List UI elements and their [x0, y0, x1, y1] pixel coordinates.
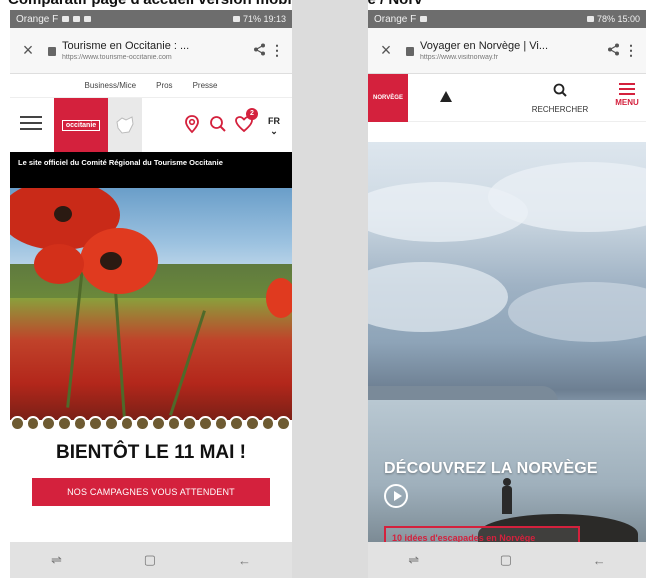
top-nav: Business/Mice Pros Presse	[10, 74, 292, 98]
comparison-screenshot: Comparatif page d'accueil version mobile…	[0, 0, 646, 578]
topnav-presse[interactable]: Presse	[193, 81, 218, 90]
close-tab-icon[interactable]: ×	[376, 40, 396, 61]
recent-apps-icon[interactable]: ⇌	[408, 552, 419, 568]
occitanie-logo[interactable]: occitanie	[54, 98, 108, 152]
language-selector[interactable]: FR ⌄	[268, 116, 280, 136]
page-title: Tourisme en Occitanie : ...	[62, 40, 190, 52]
address-bar[interactable]: Tourisme en Occitanie : ... https://www.…	[62, 40, 248, 61]
android-nav-bar: ⇌ ▢ ←	[368, 542, 646, 578]
region-map-icon	[108, 98, 142, 152]
topnav-pros[interactable]: Pros	[156, 81, 172, 90]
carrier-label: Orange F	[374, 13, 417, 25]
map-pin-icon[interactable]	[182, 114, 202, 134]
language-code: FR	[268, 116, 280, 126]
home-icon[interactable]: ▢	[144, 552, 156, 568]
status-bar: Orange F 71% 19:13	[10, 10, 292, 28]
battery-time: 78% 15:00	[596, 14, 640, 24]
search-icon[interactable]	[208, 114, 228, 134]
menu-button[interactable]: MENU	[610, 80, 644, 107]
decorative-pattern	[10, 412, 292, 434]
escapades-link[interactable]: 10 idées d'escapades en Norvège	[384, 526, 580, 542]
page-title: Voyager en Norvège | Vi...	[420, 40, 549, 52]
search-icon	[553, 83, 567, 97]
menu-icon	[610, 83, 644, 95]
play-video-icon[interactable]	[384, 484, 408, 508]
page-url: https://www.tourisme-occitanie.com	[62, 54, 172, 61]
browser-toolbar: × Tourisme en Occitanie : ... https://ww…	[10, 28, 292, 74]
signal-icon	[232, 16, 240, 22]
lock-icon	[48, 47, 56, 56]
notification-icon	[420, 16, 428, 22]
chevron-down-icon: ⌄	[270, 126, 278, 136]
search-button[interactable]: RECHERCHER	[526, 82, 594, 114]
hero-image-poppies	[10, 188, 292, 420]
logo-text: occitanie	[61, 119, 101, 131]
notification-icon	[62, 16, 70, 22]
topnav-business[interactable]: Business/Mice	[85, 81, 137, 90]
share-icon[interactable]	[602, 43, 624, 59]
headline: DÉCOUVREZ LA NORVÈGE	[384, 460, 598, 477]
more-options-icon[interactable]: ⋮	[624, 42, 638, 59]
site-header: occitanie 2 FR ⌄	[10, 98, 292, 152]
official-site-banner: Le site officiel du Comité Régional du T…	[10, 152, 292, 188]
notification-icon	[73, 16, 81, 22]
back-icon[interactable]: ←	[593, 553, 606, 568]
lock-icon	[406, 47, 414, 56]
search-label: RECHERCHER	[531, 105, 589, 114]
more-options-icon[interactable]: ⋮	[270, 42, 284, 59]
android-nav-bar: ⇌ ▢ ←	[10, 542, 292, 578]
site-header: NORVÈGE RECHERCHER MENU	[368, 74, 646, 122]
divider	[292, 0, 368, 578]
signal-icon	[586, 16, 594, 22]
close-tab-icon[interactable]: ×	[18, 40, 38, 61]
warning-icon[interactable]	[440, 91, 452, 102]
campaigns-button[interactable]: NOS CAMPAGNES VOUS ATTENDENT	[32, 478, 270, 506]
back-icon[interactable]: ←	[238, 553, 251, 568]
phone-norvege: Orange F 78% 15:00 × Voyager en Norvège …	[368, 10, 646, 578]
home-icon[interactable]: ▢	[500, 552, 512, 568]
notification-icon	[84, 16, 92, 22]
headline: BIENTÔT LE 11 MAI !	[55, 442, 247, 463]
share-icon[interactable]	[248, 43, 270, 59]
status-bar: Orange F 78% 15:00	[368, 10, 646, 28]
address-bar[interactable]: Voyager en Norvège | Vi... https://www.v…	[420, 40, 602, 61]
menu-label: MENU	[615, 98, 639, 107]
hero-image-fjord: DÉCOUVREZ LA NORVÈGE 10 idées d'escapade…	[368, 142, 646, 542]
hamburger-menu-icon[interactable]	[20, 116, 42, 130]
carrier-label: Orange F	[16, 13, 59, 25]
person-silhouette	[502, 478, 512, 514]
recent-apps-icon[interactable]: ⇌	[51, 552, 62, 568]
browser-toolbar: × Voyager en Norvège | Vi... https://www…	[368, 28, 646, 74]
norvege-logo[interactable]: NORVÈGE	[368, 74, 408, 122]
favorites-count-badge: 2	[246, 108, 258, 120]
page-url: https://www.visitnorway.fr	[420, 54, 499, 61]
battery-time: 71% 19:13	[242, 14, 286, 24]
favorites-heart-icon[interactable]: 2	[234, 108, 258, 134]
phone-occitanie: Orange F 71% 19:13 × Tourisme en Occitan…	[10, 10, 292, 578]
